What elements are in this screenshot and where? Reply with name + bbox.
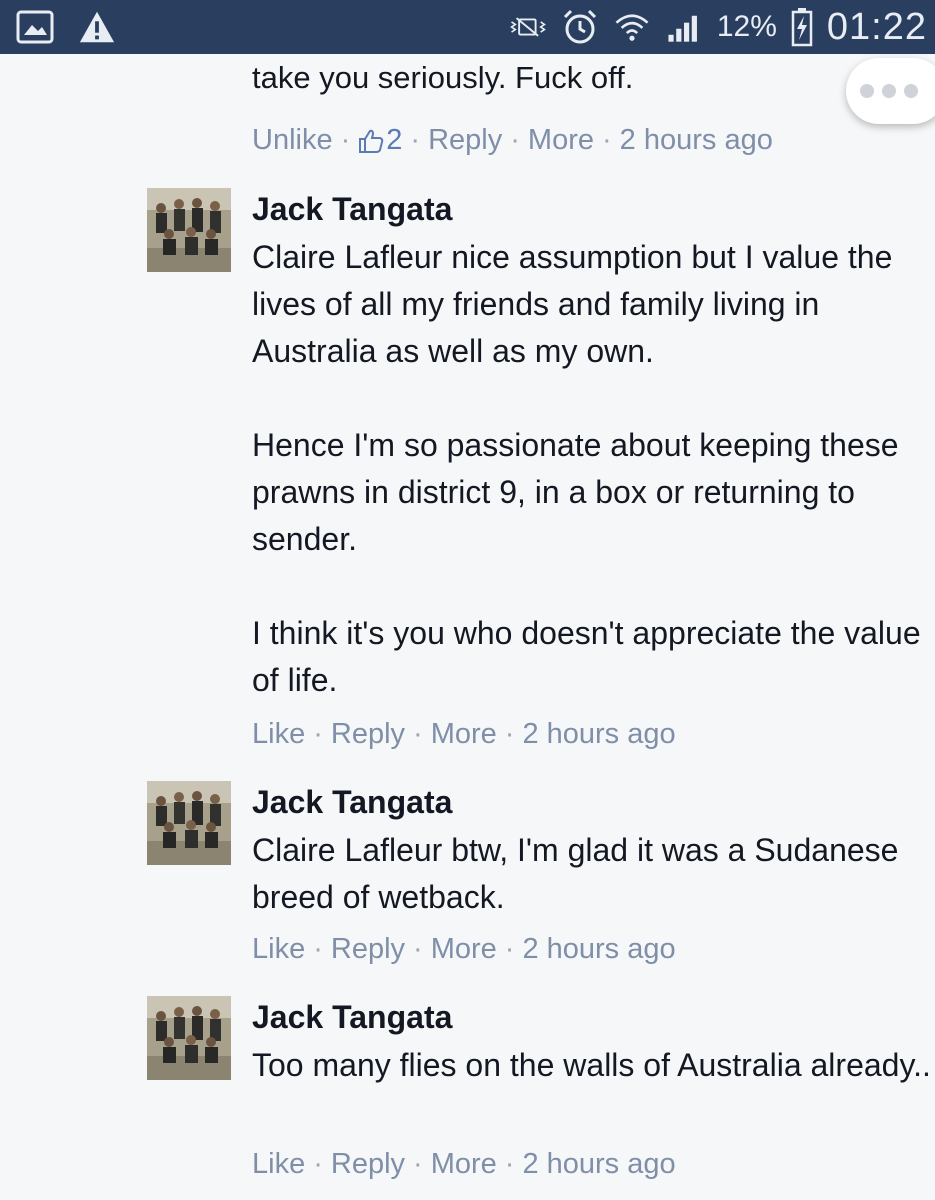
comment-body: Too many flies on the walls of Australia… [252, 1042, 932, 1089]
comment-paragraph: Too many flies on the walls of Australia… [252, 1047, 931, 1083]
like-link[interactable]: Like [252, 1148, 305, 1181]
comment-author[interactable]: Jack Tangata [252, 188, 452, 230]
separator-dot: · [510, 124, 520, 156]
comment-paragraph: I think it's you who doesn't appreciate … [252, 615, 921, 698]
separator-dot: · [313, 718, 323, 750]
comment-actions: Like · Reply · More · 2 hours ago [252, 718, 676, 751]
comment-paragraph: Claire Lafleur nice assumption but I val… [252, 239, 893, 369]
avatar[interactable] [147, 996, 231, 1080]
reply-link[interactable]: Reply [331, 1148, 405, 1181]
comment-actions: Like · Reply · More · 2 hours ago [252, 933, 676, 966]
wifi-icon [613, 8, 651, 46]
reply-link[interactable]: Reply [331, 933, 405, 966]
status-bar: 12% 01:22 [0, 0, 935, 54]
more-link[interactable]: More [431, 933, 497, 966]
like-link[interactable]: Like [252, 933, 305, 966]
separator-dot: · [413, 933, 423, 965]
separator-dot: · [313, 933, 323, 965]
separator-dot: · [504, 718, 515, 750]
separator-dot: · [413, 718, 423, 750]
comment-feed[interactable]: take you seriously. Fuck off. Unlike · 2… [0, 54, 935, 1200]
comment-actions: Unlike · 2 · Reply · More · 2 hours ago [252, 124, 773, 157]
battery-icon [791, 8, 813, 47]
nfc-vibrate-icon [509, 8, 547, 46]
comment-author[interactable]: Jack Tangata [252, 781, 452, 823]
separator-dot: · [340, 124, 351, 156]
comment-body: Claire Lafleur nice assumption but I val… [252, 234, 932, 704]
separator-dot: · [313, 1148, 323, 1180]
like-link[interactable]: Like [252, 718, 305, 751]
comment-actions: Like · Reply · More · 2 hours ago [252, 1148, 676, 1181]
comment-paragraph: Hence I'm so passionate about keeping th… [252, 427, 899, 557]
warning-icon [78, 8, 116, 46]
timestamp: 2 hours ago [522, 718, 676, 750]
like-count-number: 2 [386, 124, 403, 156]
image-icon [16, 8, 54, 46]
avatar[interactable] [147, 781, 231, 865]
timestamp: 2 hours ago [522, 1148, 676, 1180]
timestamp: 2 hours ago [522, 933, 676, 965]
comment-paragraph: Claire Lafleur btw, I'm glad it was a Su… [252, 832, 899, 915]
unlike-link[interactable]: Unlike [252, 124, 333, 157]
avatar[interactable] [147, 188, 231, 272]
reply-link[interactable]: Reply [428, 124, 502, 157]
timestamp: 2 hours ago [619, 124, 773, 156]
separator-dot: · [504, 1148, 515, 1180]
clock-time: 01:22 [826, 5, 927, 48]
dot [860, 84, 874, 98]
like-count[interactable]: 2 [358, 124, 402, 157]
separator-dot: · [601, 124, 612, 156]
reply-link[interactable]: Reply [331, 718, 405, 751]
more-link[interactable]: More [431, 1148, 497, 1181]
dot [904, 84, 918, 98]
more-link[interactable]: More [528, 124, 594, 157]
dot [882, 84, 896, 98]
comment-author[interactable]: Jack Tangata [252, 996, 452, 1038]
more-link[interactable]: More [431, 718, 497, 751]
separator-dot: · [413, 1148, 423, 1180]
comment-text-last-line: take you seriously. Fuck off. [252, 60, 634, 95]
separator-dot: · [504, 933, 515, 965]
thumbs-up-icon [359, 129, 384, 153]
chat-heads-bubble[interactable] [846, 58, 935, 124]
battery-percentage: 12% [716, 10, 777, 43]
separator-dot: · [410, 124, 421, 156]
comment-body: Claire Lafleur btw, I'm glad it was a Su… [252, 827, 932, 921]
signal-icon [665, 8, 703, 46]
alarm-icon [561, 8, 599, 46]
